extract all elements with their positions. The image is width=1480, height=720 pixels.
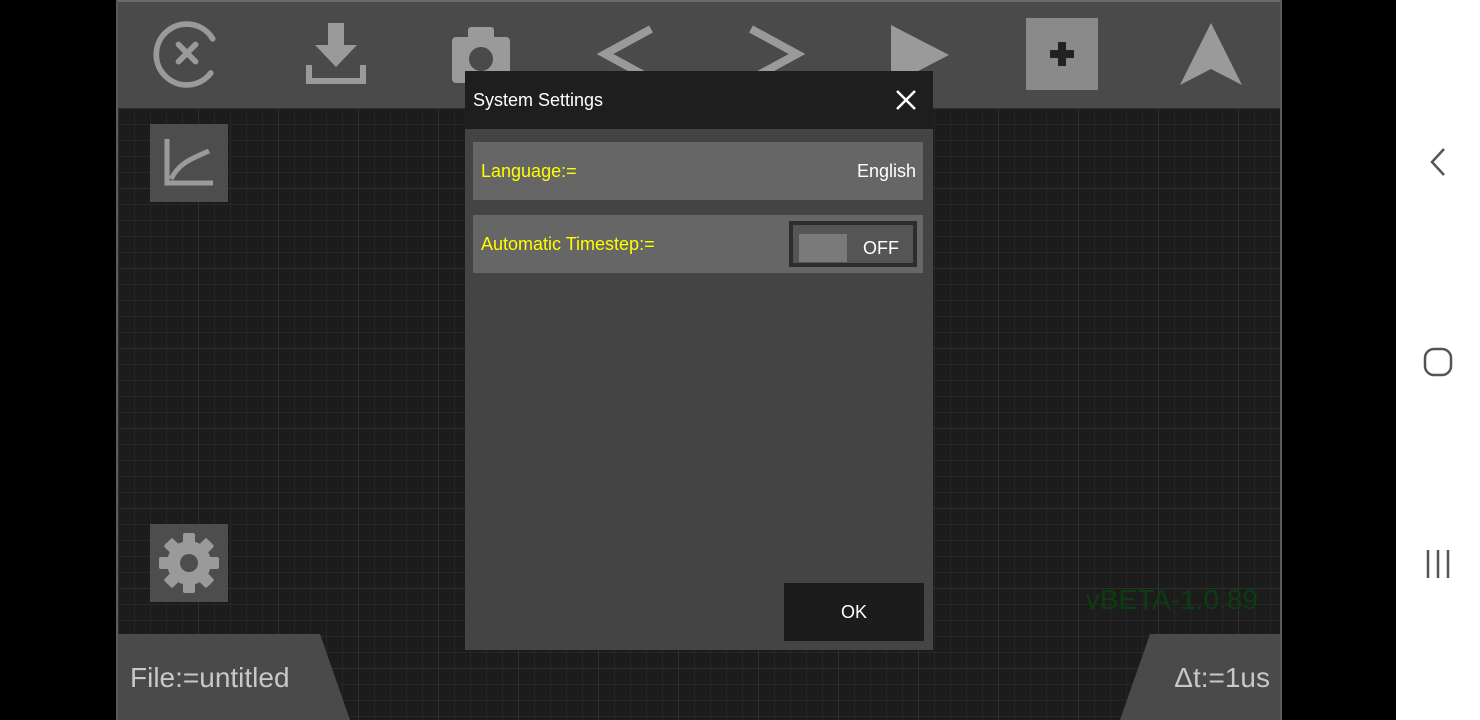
auto-timestep-row: Automatic Timestep:= OFF xyxy=(473,215,923,273)
timestep-label: Δt:=1us xyxy=(1174,662,1270,693)
recents-icon[interactable] xyxy=(1418,544,1458,584)
ok-button[interactable]: OK xyxy=(784,583,924,641)
download-icon[interactable] xyxy=(298,16,374,92)
plus-icon[interactable] xyxy=(1026,18,1098,90)
dialog-title: System Settings xyxy=(473,90,604,110)
file-name-label: File:=untitled xyxy=(130,662,290,693)
navigation-arrow-icon[interactable] xyxy=(1173,16,1249,92)
language-label: Language:= xyxy=(481,161,577,181)
system-nav-bar xyxy=(1396,0,1480,720)
settings-button[interactable] xyxy=(150,524,228,602)
graph-button[interactable] xyxy=(150,124,228,202)
version-label: vBETA-1.0.89 xyxy=(1085,584,1258,615)
file-tab: File:=untitled xyxy=(118,634,350,720)
auto-timestep-toggle[interactable]: OFF xyxy=(789,221,917,267)
toggle-state-text: OFF xyxy=(863,238,899,258)
system-settings-dialog: System Settings Language:= English Autom… xyxy=(465,71,933,650)
dialog-header: System Settings xyxy=(465,71,933,129)
home-icon[interactable] xyxy=(1418,342,1458,382)
close-icon[interactable] xyxy=(891,85,921,115)
language-value[interactable]: English xyxy=(857,161,916,182)
language-row[interactable]: Language:= English xyxy=(473,142,923,200)
toggle-knob xyxy=(799,234,847,262)
auto-timestep-label: Automatic Timestep:= xyxy=(481,234,655,254)
toggle-track: OFF xyxy=(793,225,913,263)
close-circle-icon[interactable] xyxy=(150,16,226,92)
graph-icon xyxy=(164,139,213,186)
back-icon[interactable] xyxy=(1418,142,1458,182)
gear-icon xyxy=(159,533,219,593)
